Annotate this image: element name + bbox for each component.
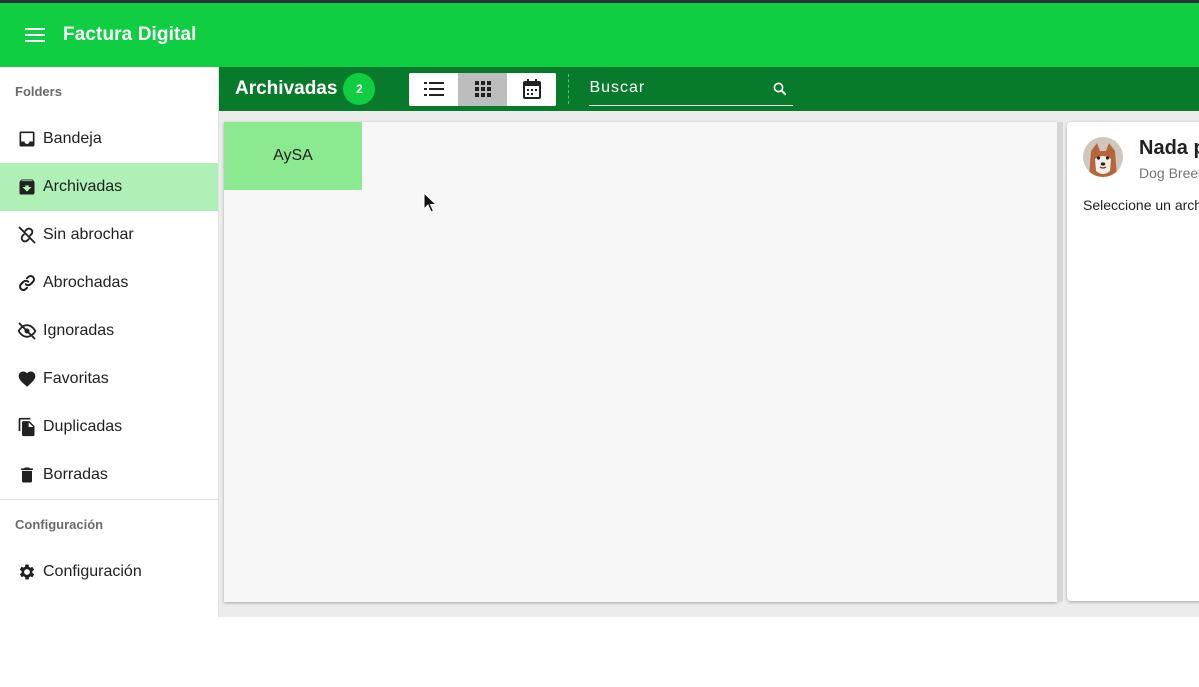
sidebar-item-label: Favoritas: [43, 370, 109, 387]
search-input[interactable]: [589, 78, 770, 99]
count-badge: 2: [343, 73, 376, 105]
copy-icon: [16, 416, 38, 438]
sidebar-item-label: Sin abrochar: [43, 226, 134, 243]
grid-view-button[interactable]: [458, 72, 508, 106]
link-off-icon: [16, 224, 38, 246]
heart-icon: [16, 368, 38, 390]
sidebar-item-bandeja[interactable]: Bandeja: [0, 115, 218, 163]
sidebar-item-borradas[interactable]: Borradas: [0, 451, 218, 499]
calendar-view-button[interactable]: [507, 72, 557, 106]
sidebar-item-duplicadas[interactable]: Duplicadas: [0, 403, 218, 451]
list-icon: [423, 82, 444, 96]
sidebar: Folders Bandeja Archivadas Sin abrochar …: [0, 67, 219, 617]
grid-icon: [474, 81, 491, 97]
sidebar-item-favoritas[interactable]: Favoritas: [0, 355, 218, 403]
sidebar-item-label: Archivadas: [43, 178, 123, 195]
sidebar-item-label: Configuración: [43, 563, 142, 580]
sidebar-item-label: Abrochadas: [43, 274, 129, 291]
trash-icon: [16, 464, 38, 486]
invoice-grid-panel: AySA: [224, 122, 1057, 602]
sidebar-item-archivadas[interactable]: Archivadas: [0, 163, 218, 211]
inbox-icon: [16, 128, 38, 150]
sidebar-item-ignoradas[interactable]: Ignoradas: [0, 307, 218, 355]
eye-off-icon: [16, 320, 38, 342]
search-box: [589, 72, 794, 106]
detail-text: Seleccione un arch: [1083, 197, 1199, 213]
toolbar-separator: [568, 74, 570, 104]
calendar-icon: [522, 79, 541, 99]
app-bar: Factura Digital: [0, 3, 1199, 67]
sidebar-item-sin-abrochar[interactable]: Sin abrochar: [0, 211, 218, 259]
detail-subtitle: Dog Breed: [1139, 165, 1199, 181]
mouse-cursor-icon: [423, 192, 437, 213]
sidebar-item-label: Bandeja: [43, 130, 102, 147]
avatar: [1083, 137, 1123, 177]
search-icon[interactable]: [771, 80, 789, 98]
sidebar-item-abrochadas[interactable]: Abrochadas: [0, 259, 218, 307]
panel-scroll-edge: [1057, 122, 1063, 602]
menu-button[interactable]: [17, 17, 53, 53]
menu-icon: [25, 28, 45, 42]
sidebar-item-label: Borradas: [43, 466, 108, 483]
grid-tile[interactable]: AySA: [224, 122, 362, 190]
view-toggle: [409, 72, 557, 106]
app-title: Factura Digital: [63, 24, 197, 45]
sidebar-item-label: Ignoradas: [43, 322, 115, 339]
sidebar-item-configuracion[interactable]: Configuración: [0, 548, 218, 596]
sidebar-item-label: Duplicadas: [43, 418, 123, 435]
folder-toolbar: Archivadas 2: [219, 67, 1199, 111]
list-view-button[interactable]: [409, 72, 459, 106]
archive-icon: [16, 176, 38, 198]
detail-card: Nada p Dog Breed Seleccione un arch: [1067, 122, 1199, 601]
folder-title: Archivadas: [235, 78, 338, 99]
config-section-label: Configuración: [15, 516, 104, 532]
gear-icon: [16, 561, 38, 583]
detail-title: Nada p: [1139, 137, 1199, 159]
link-icon: [16, 272, 38, 294]
folders-section-label: Folders: [15, 83, 62, 99]
